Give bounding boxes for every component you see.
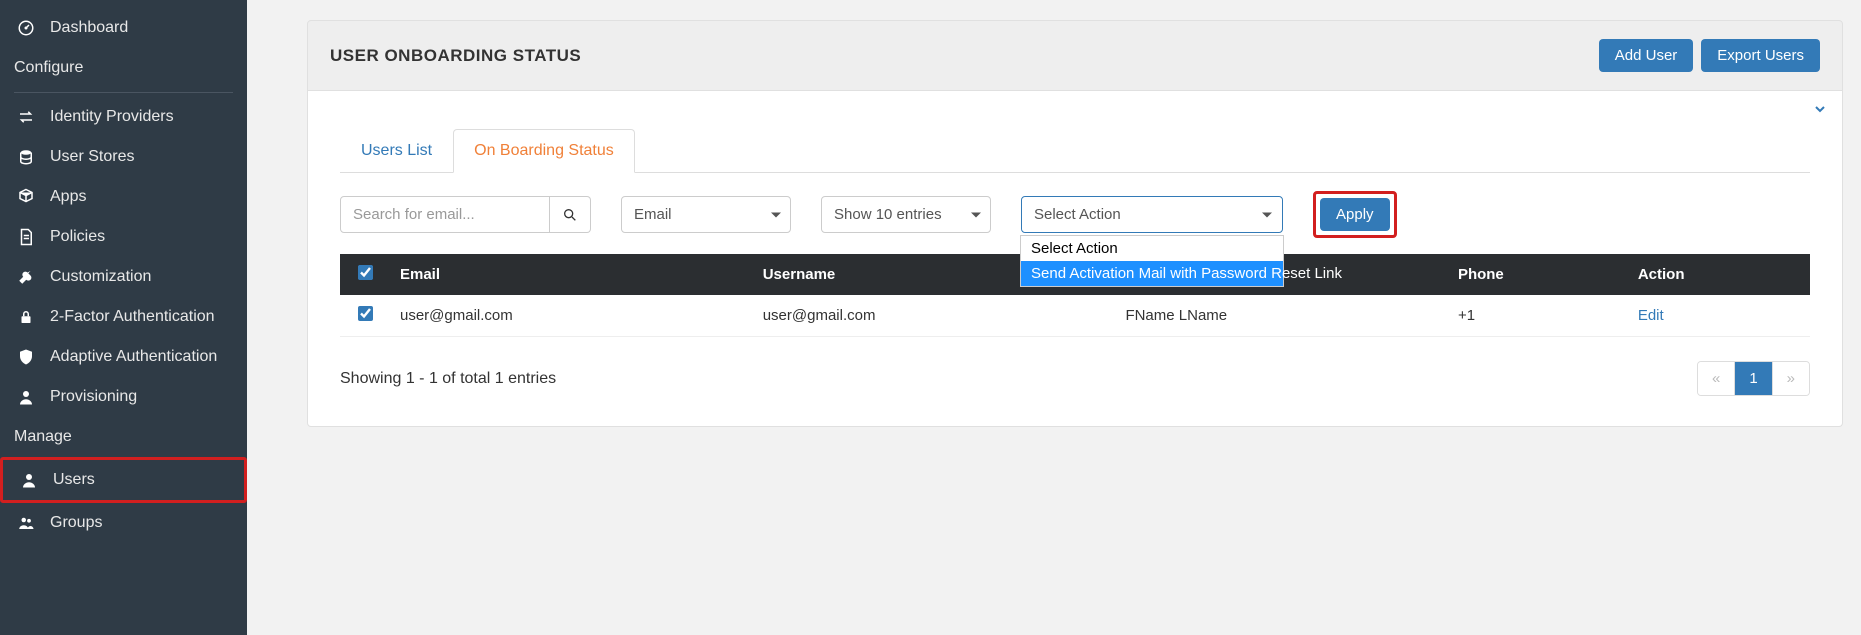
table-row: user@gmail.com user@gmail.com FName LNam… [340,295,1810,337]
row-checkbox[interactable] [358,306,373,321]
header-action: Action [1628,254,1810,295]
search-group [340,196,591,233]
tabs: Users List On Boarding Status [340,129,1810,173]
results-text: Showing 1 - 1 of total 1 entries [340,370,556,388]
exchange-icon [14,108,38,126]
wrench-icon [14,268,38,286]
page-1[interactable]: 1 [1735,362,1772,395]
sidebar-label: Customization [50,268,151,286]
search-input[interactable] [340,196,550,233]
sidebar-item-dashboard[interactable]: Dashboard [0,8,247,48]
collapse-toggle[interactable] [1812,101,1828,117]
pagination: « 1 » [1697,361,1810,396]
search-button[interactable] [550,196,591,233]
action-option-send-activation[interactable]: Send Activation Mail with Password Reset… [1021,261,1283,286]
header-email: Email [390,254,753,295]
sidebar-label: Dashboard [50,19,128,37]
table-footer: Showing 1 - 1 of total 1 entries « 1 » [340,361,1810,396]
chevron-down-icon [1812,101,1828,117]
apply-button[interactable]: Apply [1320,198,1390,231]
sidebar-item-provisioning[interactable]: Provisioning [0,377,247,417]
sidebar-item-groups[interactable]: Groups [0,503,247,543]
dashboard-icon [14,19,38,37]
cell-username: user@gmail.com [753,295,1116,337]
action-select-container: Select Action Select Action Send Activat… [1021,196,1283,233]
sidebar-label: Adaptive Authentication [50,348,217,366]
sidebar-divider [14,92,233,93]
action-select[interactable]: Select Action [1022,197,1282,232]
sidebar-label: Groups [50,514,102,532]
database-icon [14,148,38,166]
tab-onboarding-status[interactable]: On Boarding Status [453,129,635,173]
users-icon [14,514,38,532]
main-content: USER ONBOARDING STATUS Add User Export U… [247,0,1861,635]
sidebar-section-configure: Configure [0,48,247,88]
cell-name: FName LName [1115,295,1448,337]
shield-icon [14,348,38,366]
edit-link[interactable]: Edit [1638,307,1664,324]
cube-icon [14,188,38,206]
page-title: USER ONBOARDING STATUS [330,46,581,66]
action-dropdown-menu: Select Action Send Activation Mail with … [1020,235,1284,287]
page-prev[interactable]: « [1698,362,1735,395]
cell-phone: +1 [1448,295,1628,337]
select-all-checkbox[interactable] [358,265,373,280]
action-option-default[interactable]: Select Action [1021,236,1283,261]
sidebar-label: Provisioning [50,388,137,406]
sidebar-item-apps[interactable]: Apps [0,177,247,217]
sidebar-item-identity-providers[interactable]: Identity Providers [0,97,247,137]
header-phone: Phone [1448,254,1628,295]
sidebar-item-customization[interactable]: Customization [0,257,247,297]
lock-icon [14,308,38,326]
search-by-select[interactable]: Email [621,196,791,233]
page-size-select-wrap: Show 10 entries [821,196,991,233]
tab-users-list[interactable]: Users List [340,129,453,173]
sidebar-section-manage: Manage [0,417,247,457]
sidebar-label: User Stores [50,148,134,166]
sidebar: Dashboard Configure Identity Providers U… [0,0,247,635]
add-user-button[interactable]: Add User [1599,39,1694,72]
sidebar-item-2fa[interactable]: 2-Factor Authentication [0,297,247,337]
file-icon [14,228,38,246]
sidebar-label: 2-Factor Authentication [50,308,215,326]
page-size-select[interactable]: Show 10 entries [821,196,991,233]
search-icon [562,207,578,223]
user-icon [14,388,38,406]
sidebar-item-adaptive-auth[interactable]: Adaptive Authentication [0,337,247,377]
page-next[interactable]: » [1773,362,1809,395]
search-by-select-wrap: Email [621,196,791,233]
panel-header: USER ONBOARDING STATUS Add User Export U… [307,20,1843,91]
sidebar-label: Apps [50,188,86,206]
sidebar-label: Identity Providers [50,108,174,126]
sidebar-label: Users [53,471,95,489]
filter-bar: Email Show 10 entries Select Action Sele… [340,191,1810,238]
sidebar-item-user-stores[interactable]: User Stores [0,137,247,177]
apply-highlight: Apply [1313,191,1397,238]
panel-body: Users List On Boarding Status Email Show… [307,91,1843,427]
user-icon [17,471,41,489]
sidebar-item-policies[interactable]: Policies [0,217,247,257]
sidebar-item-users[interactable]: Users [0,457,247,503]
header-checkbox-cell [340,254,390,295]
export-users-button[interactable]: Export Users [1701,39,1820,72]
cell-email: user@gmail.com [390,295,753,337]
sidebar-label: Policies [50,228,105,246]
